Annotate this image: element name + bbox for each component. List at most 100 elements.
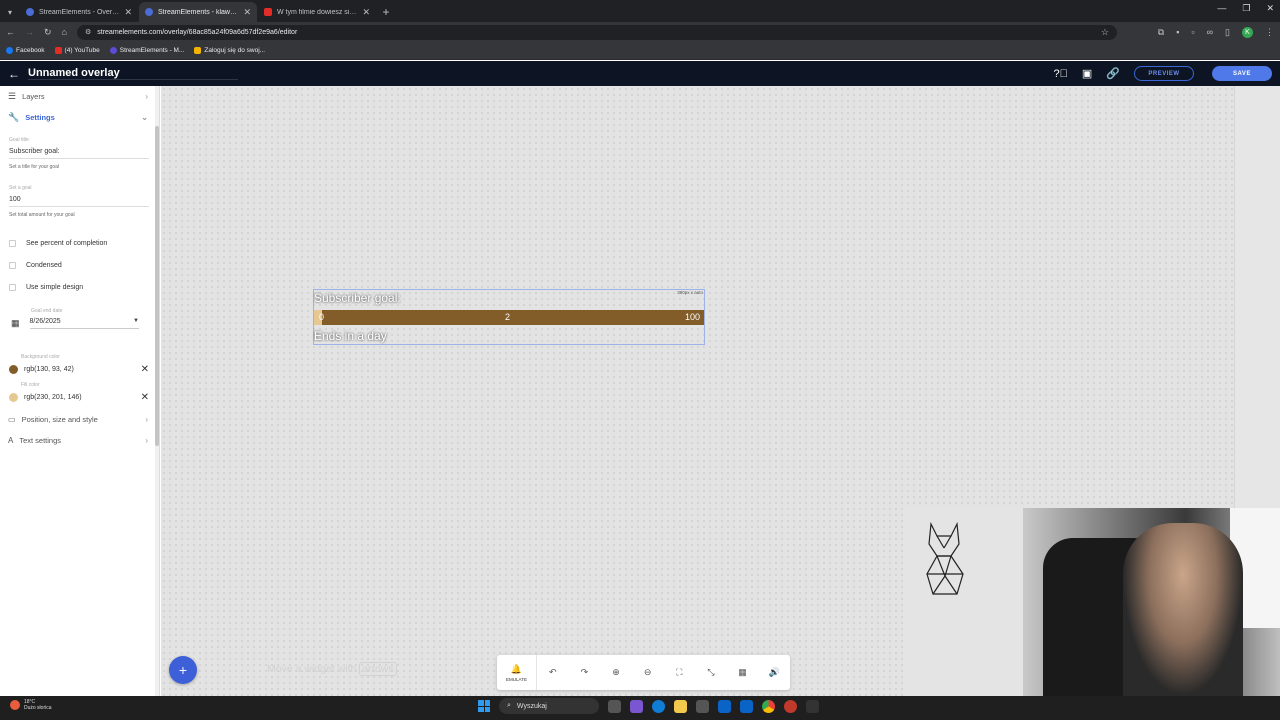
goal-amount-input[interactable]: 100	[9, 196, 149, 207]
address-bar[interactable]: ⚙ streamelements.com/overlay/68ac85a24f0…	[76, 24, 1117, 40]
grid-icon[interactable]: ▦	[727, 667, 759, 678]
tab-title: W tym filmie dowiesz się jak u...	[277, 8, 357, 16]
screen-icon[interactable]: ▣	[1082, 67, 1092, 80]
panel-scrollbar[interactable]	[155, 86, 159, 696]
forward-icon[interactable]: →	[25, 27, 34, 37]
settings-section[interactable]: 🔧 Settings ⌄	[0, 107, 156, 127]
close-icon[interactable]: ✕	[124, 7, 132, 18]
new-tab-button[interactable]: +	[377, 2, 395, 22]
bg-color-field[interactable]: rgb(130, 93, 42) ✕	[9, 364, 149, 375]
streamelements-icon	[109, 47, 117, 54]
bookmark-facebook[interactable]: Facebook	[6, 47, 45, 54]
zoom-in-icon[interactable]: ⊕	[600, 667, 632, 678]
profile-avatar[interactable]: K	[1242, 26, 1253, 38]
bookmark-star-icon[interactable]: ☆	[1101, 27, 1109, 38]
bookmark-login[interactable]: Zaloguj się do swoj...	[194, 47, 265, 54]
chevron-right-icon: ›	[145, 91, 148, 101]
mail-icon[interactable]	[740, 699, 753, 713]
end-date-field[interactable]: ▦ 8/26/2025 ▼	[11, 318, 139, 329]
widget-title: Subscriber goal:	[314, 291, 401, 305]
percent-checkbox-row[interactable]: See percent of completion	[9, 240, 107, 247]
bookmark-icon	[194, 47, 202, 54]
fill-color-swatch[interactable]	[9, 393, 18, 402]
windows-taskbar: 18°C Dużo słońca ⌕ Wyszukaj	[0, 696, 1280, 720]
widget-size-label: 390px x auto	[677, 290, 703, 295]
end-date-value: 8/26/2025	[29, 318, 61, 325]
text-settings-section[interactable]: A Text settings ›	[0, 430, 156, 450]
back-arrow-icon[interactable]: ←	[8, 67, 26, 81]
goal-widget[interactable]: 390px x auto Subscriber goal: 0 2 100 En…	[313, 289, 705, 345]
clear-icon[interactable]: ✕	[141, 364, 149, 375]
layers-icon: ☰	[8, 90, 17, 101]
undo-icon[interactable]: ↶	[537, 667, 569, 678]
simple-design-checkbox-row[interactable]: Use simple design	[9, 284, 83, 291]
extensions-icon[interactable]: ⧉	[1158, 27, 1164, 38]
calendar-icon[interactable]: ▦	[11, 318, 20, 329]
browser-menu-icon[interactable]: ⋮	[1265, 27, 1274, 38]
extension-icon[interactable]: ▫	[1191, 27, 1194, 37]
goal-amount-hint: Set total amount for your goal	[9, 212, 75, 218]
outlook-icon[interactable]	[718, 699, 731, 713]
extension-icon[interactable]: ▪	[1176, 27, 1179, 37]
maximize-icon[interactable]: ❐	[1242, 3, 1250, 14]
browser-toolbar: ← → ↻ ⌂ ⚙ streamelements.com/overlay/68a…	[0, 22, 1280, 42]
canvas-toolbar: 🔔 EMULATE ↶ ↷ ⊕ ⊖ ⛶ ⤡ ▦ 🔊	[497, 655, 790, 690]
volume-icon[interactable]: 🔊	[758, 667, 790, 678]
back-icon[interactable]: ←	[6, 27, 15, 37]
redo-icon[interactable]: ↷	[569, 667, 601, 678]
close-icon[interactable]: ✕	[243, 7, 251, 18]
minimize-icon[interactable]: —	[1217, 3, 1226, 14]
extension-icon[interactable]: ∞	[1207, 27, 1213, 37]
taskbar-search[interactable]: ⌕ Wyszukaj	[499, 698, 599, 714]
youtube-icon	[54, 47, 62, 54]
bg-color-swatch[interactable]	[9, 365, 18, 374]
percent-checkbox[interactable]	[9, 240, 16, 247]
tab-title: StreamElements - klawdiaa	[158, 8, 239, 16]
position-size-style-section[interactable]: ▭ Position, size and style ›	[0, 409, 156, 429]
help-icon[interactable]: ?⃝	[1054, 68, 1068, 80]
shrink-icon[interactable]: ⤡	[695, 667, 727, 678]
chevron-down-icon: ⌄	[141, 112, 148, 122]
simple-design-checkbox[interactable]	[9, 284, 16, 291]
goal-title-input[interactable]: Subscriber goal:	[9, 148, 149, 159]
layers-section[interactable]: ☰ Layers ›	[0, 86, 156, 106]
close-icon[interactable]: ✕	[362, 7, 370, 18]
browser-tab-2[interactable]: StreamElements - klawdiaa ✕	[139, 2, 257, 22]
add-widget-button[interactable]: +	[169, 656, 197, 684]
edge-icon[interactable]	[652, 699, 665, 713]
tab-search-icon[interactable]: ▾	[0, 2, 20, 22]
bell-icon: 🔔	[510, 663, 523, 674]
goal-title-hint: Set a title for your goal	[9, 164, 60, 170]
condensed-checkbox-row[interactable]: Condensed	[9, 262, 62, 269]
fit-screen-icon[interactable]: ⛶	[664, 667, 696, 678]
preview-button[interactable]: PREVIEW	[1134, 66, 1194, 81]
copilot-icon[interactable]	[630, 699, 643, 713]
store-icon[interactable]	[696, 699, 709, 713]
windows-start-icon[interactable]	[478, 700, 490, 712]
obs-icon[interactable]	[784, 699, 797, 713]
emulate-button[interactable]: 🔔 EMULATE	[497, 655, 537, 690]
fill-color-field[interactable]: rgb(230, 201, 146) ✕	[9, 392, 149, 403]
save-button[interactable]: SAVE	[1212, 66, 1272, 81]
sidebar-icon[interactable]: ▯	[1225, 27, 1230, 38]
home-icon[interactable]: ⌂	[62, 27, 67, 37]
panel-scrollbar-thumb[interactable]	[155, 126, 159, 446]
browser-tab-1[interactable]: StreamElements - Overlays ✕	[20, 2, 138, 22]
zoom-out-icon[interactable]: ⊖	[632, 667, 664, 678]
close-window-icon[interactable]: ✕	[1266, 3, 1274, 14]
task-view-icon[interactable]	[608, 699, 621, 713]
condensed-checkbox[interactable]	[9, 262, 16, 269]
bookmark-streamelements[interactable]: StreamElements - M...	[109, 47, 184, 54]
site-info-icon[interactable]: ⚙	[85, 28, 91, 36]
link-icon[interactable]: 🔗	[1106, 67, 1120, 80]
browser-tab-3[interactable]: W tym filmie dowiesz się jak u... ✕	[258, 2, 376, 22]
bookmark-youtube[interactable]: (4) YouTube	[54, 47, 100, 54]
file-explorer-icon[interactable]	[674, 699, 687, 713]
overlay-name-input[interactable]: Unnamed overlay	[28, 67, 238, 80]
weather-widget[interactable]: 18°C Dużo słońca	[10, 699, 52, 711]
clear-icon[interactable]: ✕	[141, 392, 149, 403]
webcam-person	[1123, 523, 1243, 696]
app-icon[interactable]	[806, 699, 819, 713]
chrome-icon[interactable]	[762, 699, 775, 713]
reload-icon[interactable]: ↻	[44, 27, 52, 38]
